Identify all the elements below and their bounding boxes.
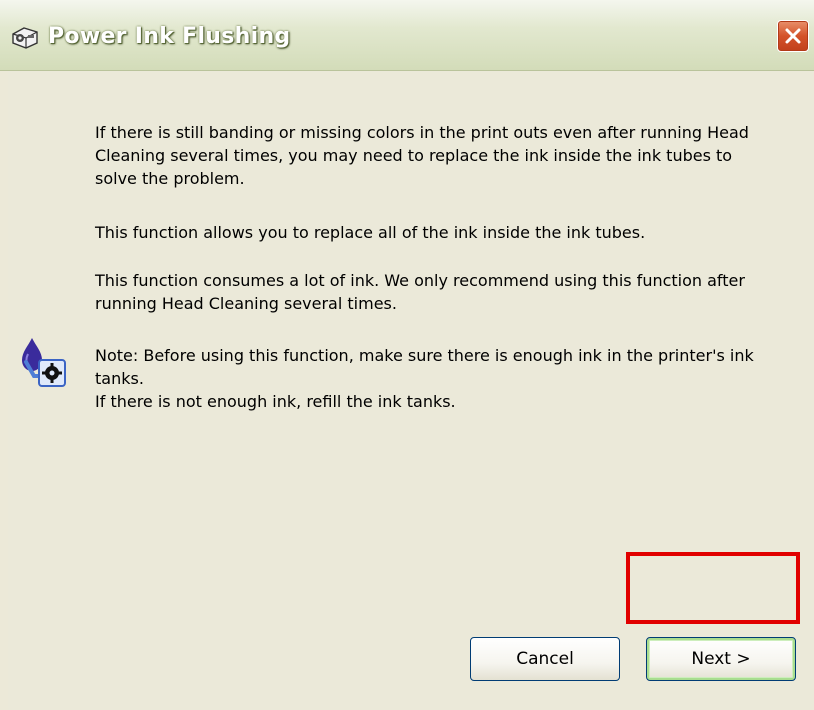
close-button[interactable] — [777, 20, 809, 52]
close-icon — [785, 28, 801, 44]
ink-consumption-warning: This function consumes a lot of ink. We … — [95, 271, 745, 313]
note-line-1: Note: Before using this function, make s… — [95, 346, 754, 388]
printer-gear-icon — [10, 24, 40, 50]
intro-paragraph: If there is still banding or missing col… — [95, 123, 749, 188]
title-bar[interactable]: Power Ink Flushing — [0, 0, 814, 71]
dialog-window: Power Ink Flushing If there is still ban… — [0, 0, 814, 710]
function-description: This function allows you to replace all … — [95, 223, 646, 242]
ink-bottle-gear-icon — [18, 336, 68, 388]
window-title: Power Ink Flushing — [48, 24, 291, 49]
next-button[interactable]: Next > — [646, 637, 796, 681]
next-button-highlight — [626, 552, 800, 624]
note-text: Note: Before using this function, make s… — [95, 344, 775, 413]
note-line-2: If there is not enough ink, refill the i… — [95, 392, 456, 411]
cancel-button[interactable]: Cancel — [470, 637, 620, 681]
